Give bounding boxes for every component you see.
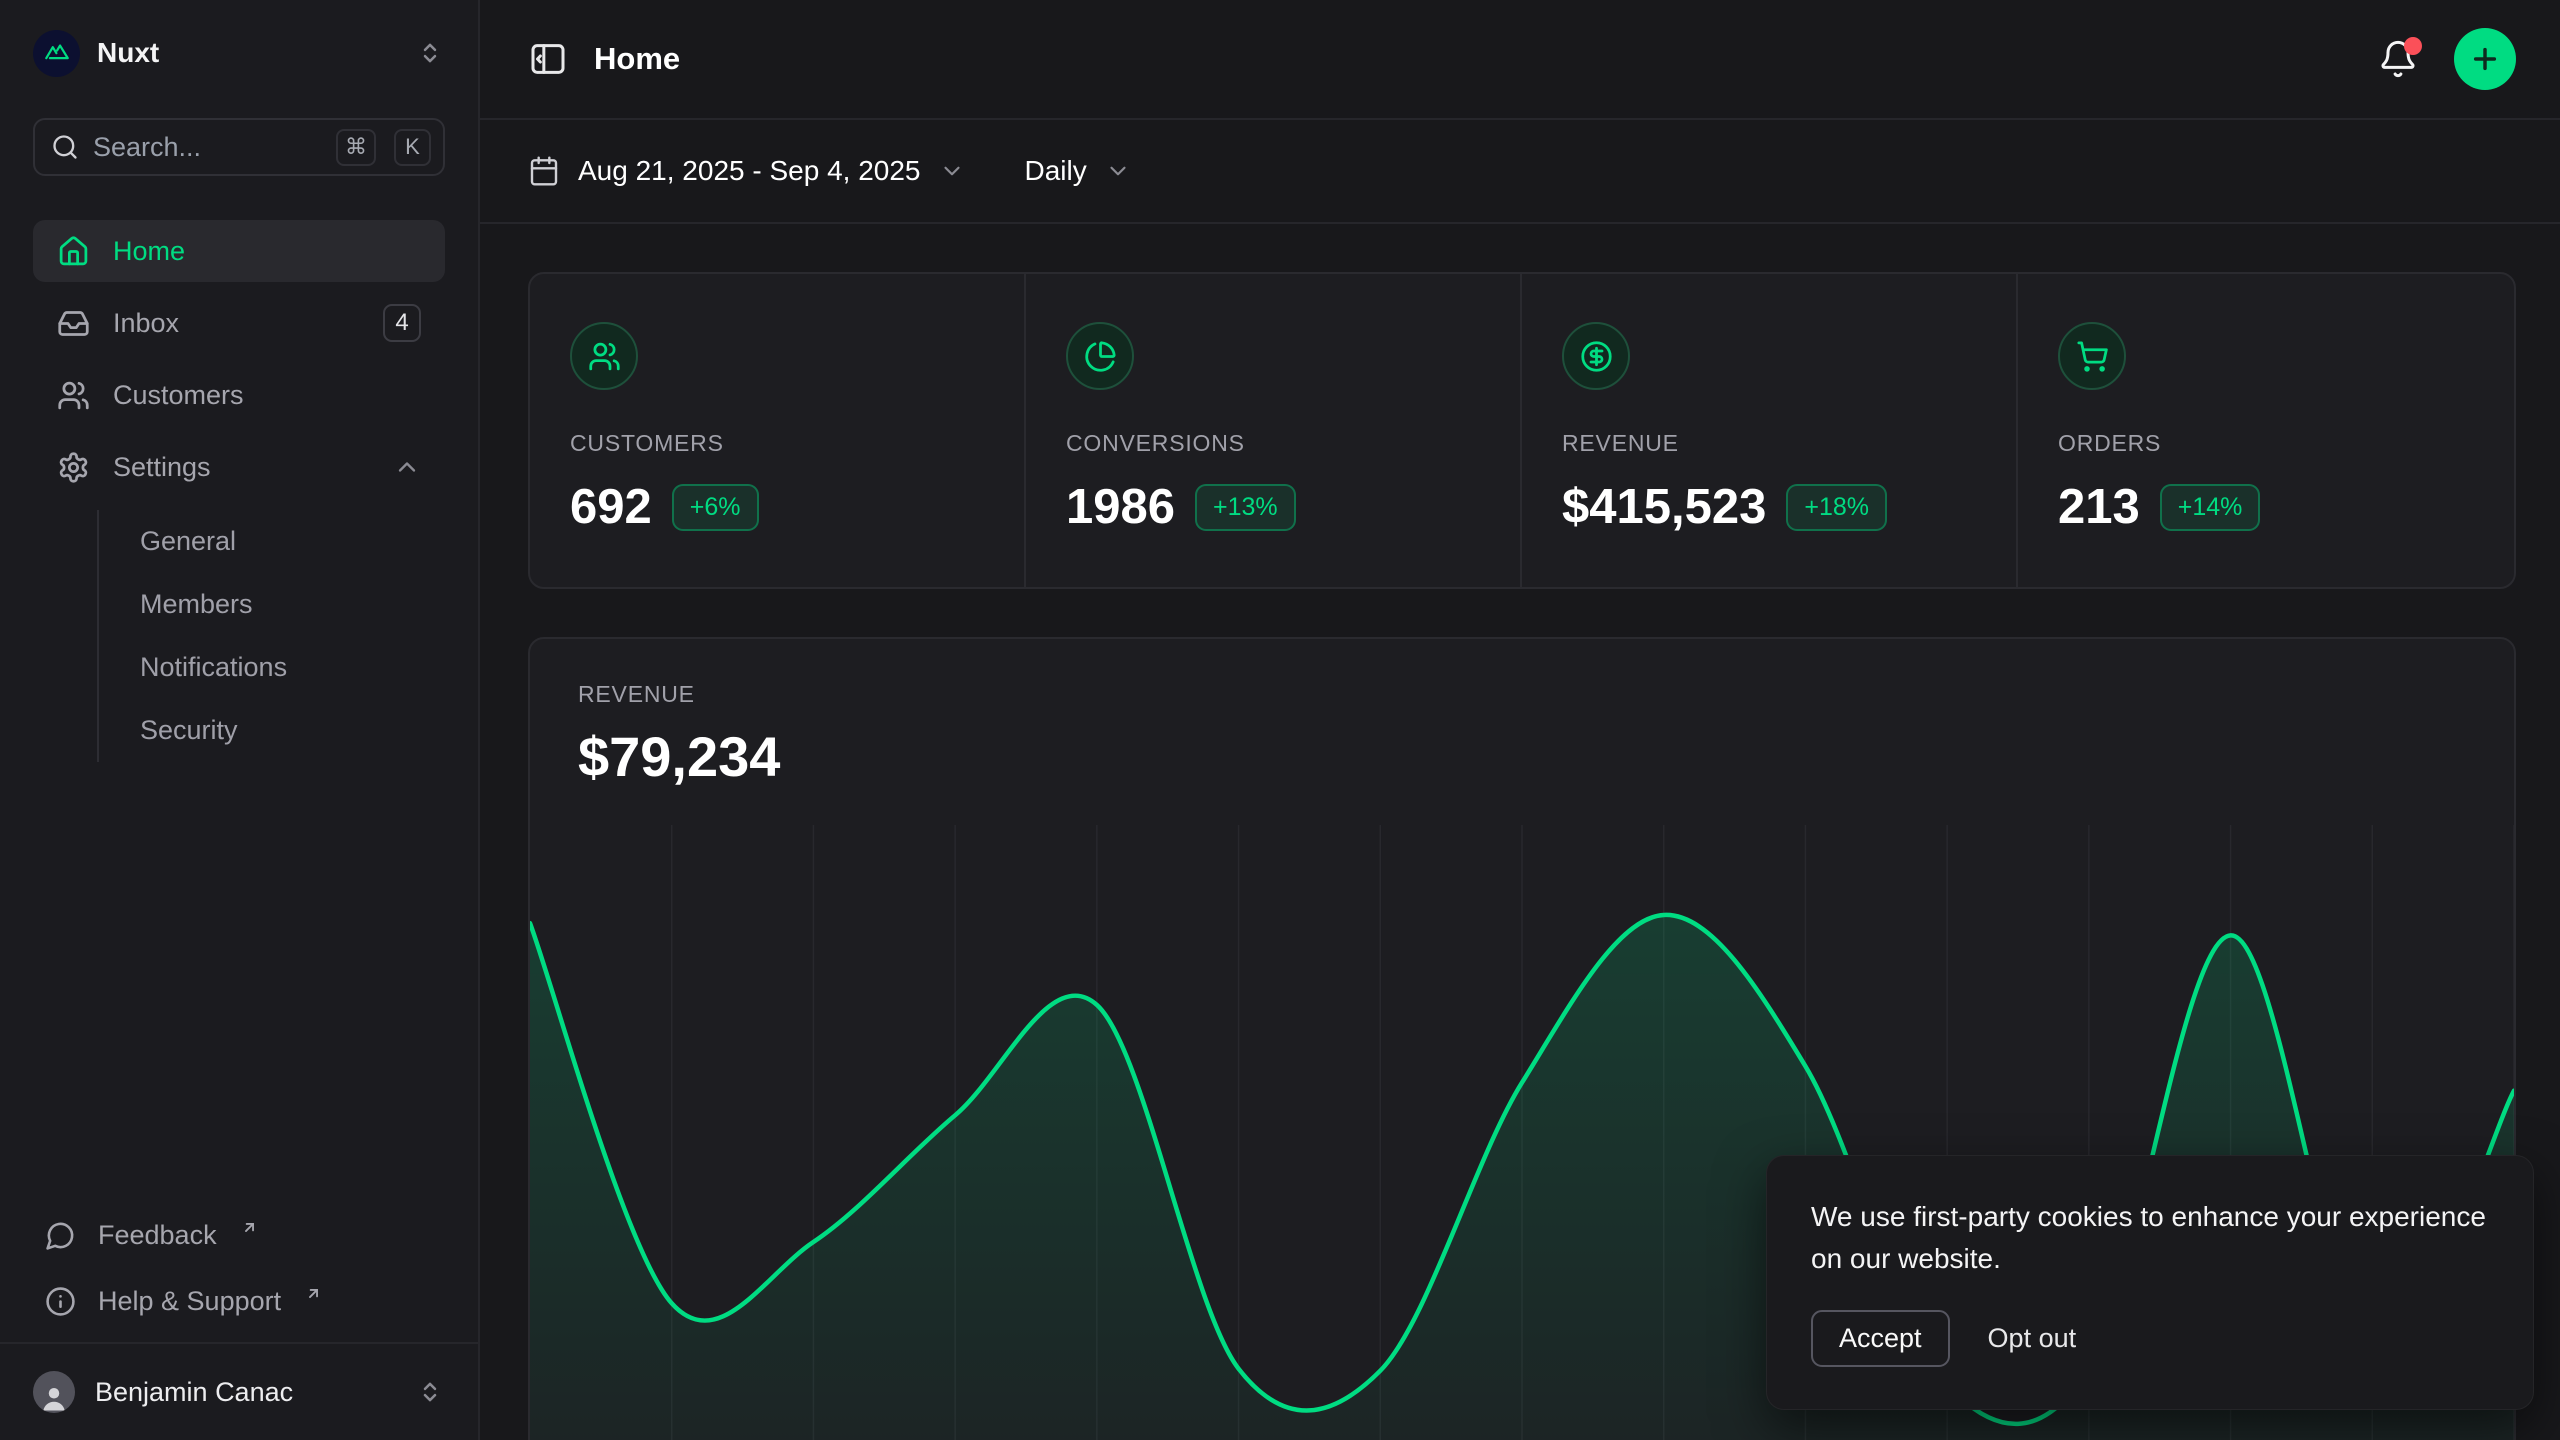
sidebar-nav: Home Inbox 4 Customers Settin xyxy=(0,220,478,762)
users-icon xyxy=(57,379,90,412)
external-link-icon xyxy=(305,1285,322,1302)
granularity-select[interactable]: Daily xyxy=(1025,155,1131,187)
gear-icon xyxy=(57,451,90,484)
stat-delta-badge: +18% xyxy=(1786,484,1887,531)
settings-sub-list: General Members Notifications Security xyxy=(97,510,445,762)
footer-link-label: Help & Support xyxy=(98,1286,281,1317)
sidebar-item-notifications[interactable]: Notifications xyxy=(99,636,445,699)
inbox-count-badge: 4 xyxy=(383,304,421,342)
main-panel: Home Aug 21, 2025 - Sep 4, 2025 xyxy=(480,0,2560,1440)
help-support-link[interactable]: Help & Support xyxy=(33,1270,445,1332)
sidebar-item-settings[interactable]: Settings xyxy=(33,436,445,498)
collapse-sidebar-button[interactable] xyxy=(528,39,568,79)
nuxt-logo-icon xyxy=(33,30,80,77)
cookie-banner: We use first-party cookies to enhance yo… xyxy=(1766,1155,2534,1410)
cookie-accept-button[interactable]: Accept xyxy=(1811,1310,1950,1367)
chevron-up-icon xyxy=(393,453,421,481)
cookie-message: We use first-party cookies to enhance yo… xyxy=(1811,1196,2489,1280)
granularity-value: Daily xyxy=(1025,155,1087,187)
revenue-chart-label: REVENUE xyxy=(578,681,2466,708)
cookie-optout-button[interactable]: Opt out xyxy=(1988,1323,2077,1354)
stat-revenue[interactable]: REVENUE $415,523 +18% xyxy=(1522,274,2018,587)
home-icon xyxy=(57,235,90,268)
plus-icon xyxy=(2469,43,2501,75)
sidebar-item-members[interactable]: Members xyxy=(99,573,445,636)
filters-toolbar: Aug 21, 2025 - Sep 4, 2025 Daily xyxy=(480,120,2560,224)
chat-bubble-icon xyxy=(45,1220,76,1251)
avatar xyxy=(33,1371,75,1413)
stat-label: CUSTOMERS xyxy=(570,430,984,457)
sidebar-item-label: Inbox xyxy=(113,308,360,339)
chevron-up-down-icon[interactable] xyxy=(415,38,445,68)
stat-conversions[interactable]: CONVERSIONS 1986 +13% xyxy=(1026,274,1522,587)
sidebar: Nuxt Search... ⌘ K Home xyxy=(0,0,480,1440)
chevron-up-down-icon xyxy=(415,1377,445,1407)
user-menu[interactable]: Benjamin Canac xyxy=(0,1344,478,1440)
date-range-picker[interactable]: Aug 21, 2025 - Sep 4, 2025 xyxy=(528,155,965,187)
sidebar-item-home[interactable]: Home xyxy=(33,220,445,282)
kbd-cmd: ⌘ xyxy=(336,129,376,166)
dollar-circle-icon xyxy=(1580,340,1613,373)
kbd-k: K xyxy=(394,129,431,166)
page-header: Home xyxy=(480,0,2560,120)
sidebar-item-label: Home xyxy=(113,236,421,267)
stat-value: 213 xyxy=(2058,479,2140,535)
pie-chart-icon xyxy=(1084,340,1117,373)
date-range-value: Aug 21, 2025 - Sep 4, 2025 xyxy=(578,155,921,187)
users-icon xyxy=(588,340,621,373)
stats-card: CUSTOMERS 692 +6% CONVERSIONS 1986 +13% xyxy=(528,272,2516,589)
search-icon xyxy=(51,133,79,161)
search-placeholder: Search... xyxy=(93,132,318,163)
sidebar-item-label: Settings xyxy=(113,452,370,483)
inbox-icon xyxy=(57,307,90,340)
stat-label: ORDERS xyxy=(2058,430,2474,457)
external-link-icon xyxy=(241,1219,258,1236)
stat-label: CONVERSIONS xyxy=(1066,430,1480,457)
stat-delta-badge: +6% xyxy=(672,484,759,531)
sidebar-item-general[interactable]: General xyxy=(99,510,445,573)
stat-delta-badge: +13% xyxy=(1195,484,1296,531)
chevron-down-icon xyxy=(939,158,965,184)
chevron-down-icon xyxy=(1105,158,1131,184)
stat-orders[interactable]: ORDERS 213 +14% xyxy=(2018,274,2514,587)
search-input[interactable]: Search... ⌘ K xyxy=(33,118,445,176)
info-circle-icon xyxy=(45,1286,76,1317)
stat-label: REVENUE xyxy=(1562,430,1976,457)
user-name: Benjamin Canac xyxy=(95,1377,395,1408)
shopping-cart-icon xyxy=(2076,340,2109,373)
stat-delta-badge: +14% xyxy=(2160,484,2261,531)
app-name: Nuxt xyxy=(97,37,415,69)
revenue-chart-value: $79,234 xyxy=(578,724,2466,789)
notifications-button[interactable] xyxy=(2378,39,2418,79)
stat-value: 1986 xyxy=(1066,479,1175,535)
workspace-switcher[interactable]: Nuxt xyxy=(0,0,478,106)
calendar-icon xyxy=(528,155,560,187)
notification-dot xyxy=(2404,37,2422,55)
stat-customers[interactable]: CUSTOMERS 692 +6% xyxy=(530,274,1026,587)
stat-value: 692 xyxy=(570,479,652,535)
sidebar-footer-links: Feedback Help & Support xyxy=(0,1204,478,1342)
sidebar-item-inbox[interactable]: Inbox 4 xyxy=(33,292,445,354)
feedback-link[interactable]: Feedback xyxy=(33,1204,445,1266)
sidebar-item-label: Customers xyxy=(113,380,421,411)
sidebar-item-security[interactable]: Security xyxy=(99,699,445,762)
page-title: Home xyxy=(594,41,680,77)
footer-link-label: Feedback xyxy=(98,1220,217,1251)
stat-value: $415,523 xyxy=(1562,479,1766,535)
sidebar-item-customers[interactable]: Customers xyxy=(33,364,445,426)
add-button[interactable] xyxy=(2454,28,2516,90)
